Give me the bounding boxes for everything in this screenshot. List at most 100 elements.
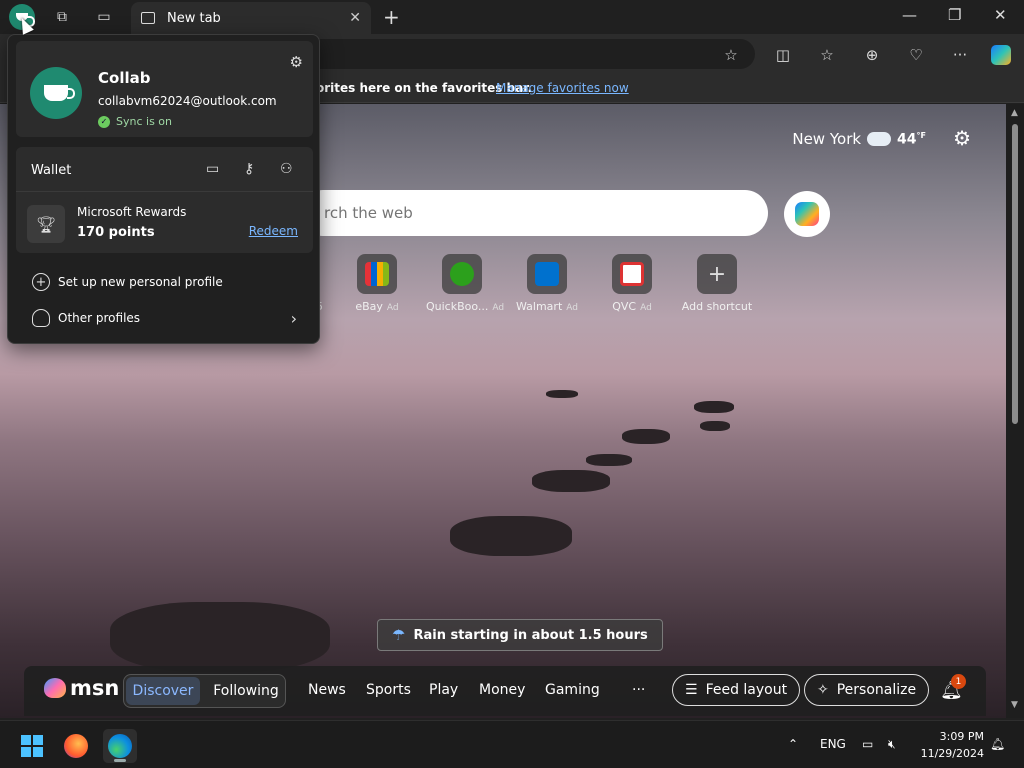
profile-flyout: Collab collabvm62024@outlook.com ✓ Sync … (7, 34, 320, 344)
taskbar: ⌃ ENG ▭ 🔇︎ 3:09 PM 11/29/2024 🔔︎ (0, 720, 1024, 768)
volume-muted-icon[interactable]: 🔇︎ (888, 737, 896, 752)
nav-money[interactable]: Money (479, 682, 525, 698)
cloud-icon (867, 132, 892, 146)
scrollbar-thumb[interactable] (1012, 124, 1018, 424)
msn-logo[interactable]: msn (44, 676, 119, 700)
manage-favorites-link[interactable]: Manage favorites now (496, 81, 629, 95)
ad-label: Ad (492, 303, 505, 313)
tab-following[interactable]: Following (210, 677, 282, 705)
browser-essentials-icon[interactable]: ♡ (905, 44, 927, 66)
profile-settings-icon[interactable]: ⚙ (290, 53, 303, 71)
check-icon: ✓ (98, 115, 110, 128)
web-search-box[interactable] (300, 190, 768, 236)
qvc-icon (620, 262, 644, 286)
nav-gaming[interactable]: Gaming (545, 682, 600, 698)
clock[interactable]: 3:09 PM 11/29/2024 (921, 728, 984, 762)
nav-play[interactable]: Play (429, 682, 458, 698)
new-tab-icon (141, 12, 155, 24)
personalize-button[interactable]: ✧ Personalize (804, 674, 930, 706)
clock-time: 3:09 PM (939, 730, 984, 743)
umbrella-icon: ☂ (392, 626, 406, 644)
scroll-down-icon[interactable]: ▼ (1011, 700, 1018, 710)
person-icon (32, 309, 50, 327)
notification-bell-icon[interactable]: 🔔︎ (990, 737, 1005, 751)
copilot-search-button[interactable] (784, 191, 830, 237)
sparkle-icon: ✧ (817, 682, 829, 698)
shortcut-label: Add shortcut (681, 300, 753, 313)
more-icon[interactable]: ··· (949, 44, 971, 66)
rewards-title: Microsoft Rewards (77, 205, 187, 219)
firefox-icon (64, 734, 88, 758)
sync-status: ✓ Sync is on (98, 115, 172, 128)
feed-layout-button[interactable]: ☰ Feed layout (672, 674, 801, 706)
ad-label: Ad (386, 303, 399, 313)
minimize-icon[interactable]: — (902, 6, 917, 24)
shortcut-label: Walmart (516, 300, 563, 313)
other-profiles-item[interactable]: Other profiles › (16, 303, 313, 333)
personal-info-icon[interactable]: ⚇ (280, 161, 293, 177)
tab-title: New tab (167, 10, 221, 26)
tab-discover[interactable]: Discover (126, 677, 200, 705)
copilot-icon[interactable] (990, 44, 1012, 66)
ad-label: Ad (566, 303, 578, 313)
tab-strip: ⧉ ▭ New tab ✕ + — ❐ ✕ (0, 0, 1024, 34)
workspaces-icon[interactable]: ⧉ (49, 5, 75, 29)
network-icon[interactable]: ▭ (862, 737, 873, 751)
shortcut-quickbooks[interactable]: QuickBoo... Ad (426, 254, 504, 313)
tab-actions-icon[interactable]: ▭ (91, 5, 117, 29)
shortcut-qvc[interactable]: QVC Ad (596, 254, 668, 313)
close-tab-icon[interactable]: ✕ (349, 10, 361, 26)
setup-new-profile-item[interactable]: + Set up new personal profile (16, 267, 313, 297)
shortcut-ebay[interactable]: eBay Ad (341, 254, 413, 313)
rock (586, 454, 632, 466)
start-button[interactable] (15, 729, 49, 763)
rock (532, 470, 610, 492)
profile-email: collabvm62024@outlook.com (98, 94, 277, 108)
ad-label: Ad (640, 303, 652, 313)
rain-notification[interactable]: ☂ Rain starting in about 1.5 hours (377, 619, 663, 651)
favorites-icon[interactable]: ☆ (816, 44, 838, 66)
walmart-icon (535, 262, 559, 286)
avatar (30, 67, 82, 119)
collections-icon[interactable]: ⊕ (861, 44, 883, 66)
favorite-star-icon[interactable]: ☆ (720, 44, 742, 66)
address-bar[interactable] (300, 39, 755, 69)
restore-icon[interactable]: ❐ (948, 6, 961, 24)
page-settings-icon[interactable]: ⚙ (953, 126, 971, 150)
firefox-taskbar-button[interactable] (59, 729, 93, 763)
nav-sports[interactable]: Sports (366, 682, 411, 698)
close-icon[interactable]: ✕ (994, 6, 1007, 24)
msn-butterfly-icon (44, 678, 66, 698)
split-screen-icon[interactable]: ◫ (772, 44, 794, 66)
redeem-link[interactable]: Redeem (249, 224, 298, 238)
personalize-label: Personalize (836, 682, 917, 698)
sliders-icon: ☰ (685, 682, 698, 698)
windows-logo-icon (21, 735, 43, 757)
shortcut-walmart[interactable]: Walmart Ad (511, 254, 583, 313)
rewards-points: 170 points (77, 225, 155, 240)
add-shortcut-button[interactable]: + Add shortcut (681, 254, 753, 313)
nav-news[interactable]: News (308, 682, 346, 698)
notifications-button[interactable]: 🔔︎ 1 (940, 674, 966, 701)
key-icon[interactable]: ⚷ (244, 161, 254, 177)
edge-taskbar-button[interactable] (103, 729, 137, 763)
copilot-icon (795, 202, 819, 226)
wallet-title[interactable]: Wallet (31, 163, 71, 178)
tab-new-tab[interactable]: New tab ✕ (131, 2, 371, 34)
chevron-up-icon[interactable]: ⌃ (788, 737, 798, 751)
msn-logo-text: msn (70, 676, 120, 700)
weather-temp: 44 (897, 131, 917, 148)
feed-layout-label: Feed layout (705, 682, 788, 698)
more-categories-icon[interactable]: ··· (632, 682, 645, 698)
payment-card-icon[interactable]: ▭ (206, 161, 219, 177)
search-input[interactable] (324, 204, 768, 222)
weather-widget[interactable]: New York 44°F (792, 130, 926, 148)
page-scrollbar[interactable]: ▲ ▼ (1006, 104, 1024, 718)
scroll-up-icon[interactable]: ▲ (1011, 108, 1018, 118)
ebay-icon (365, 262, 389, 286)
trophy-icon: 🏆︎ (27, 205, 65, 243)
feed-toggle: Discover Following (123, 674, 286, 708)
new-tab-button[interactable]: + (383, 5, 400, 29)
language-indicator[interactable]: ENG (820, 737, 846, 751)
notification-badge: 1 (951, 674, 966, 689)
